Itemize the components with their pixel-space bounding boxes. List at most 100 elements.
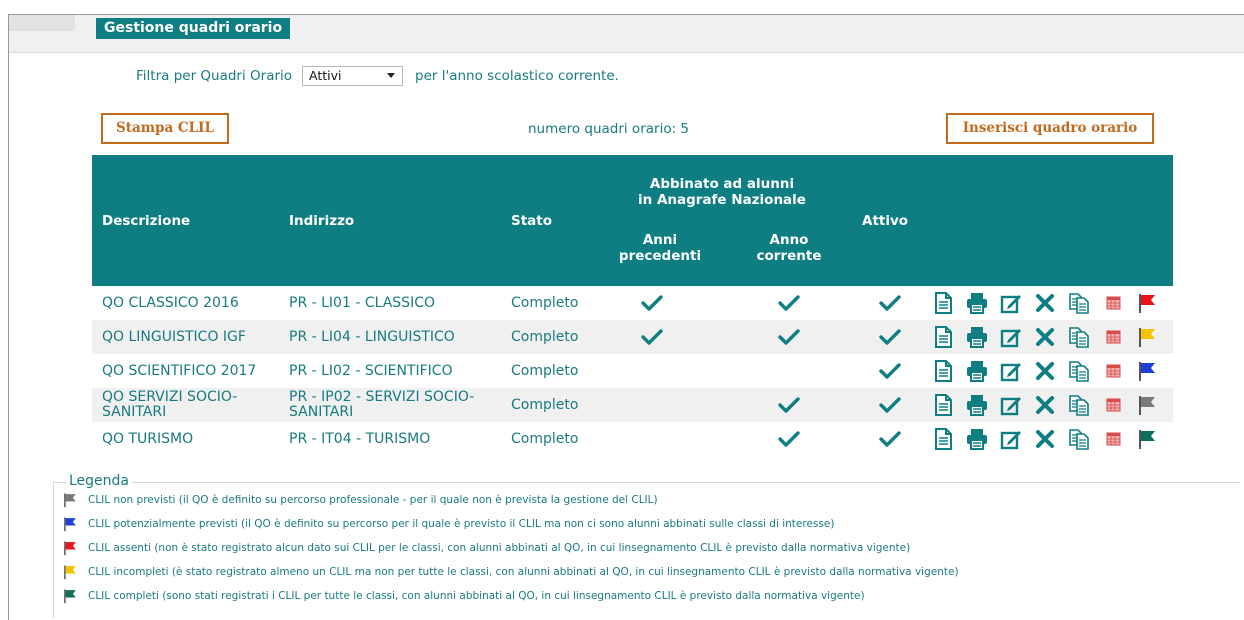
- delete-icon[interactable]: [1034, 394, 1056, 416]
- row-descrizione-link[interactable]: QO TURISMO: [102, 422, 282, 456]
- row-actions: [932, 286, 1170, 320]
- legend-text: CLIL potenzialmente previsti (il QO è de…: [88, 518, 835, 530]
- row-actions: [932, 354, 1170, 388]
- stampa-clil-button[interactable]: Stampa CLIL: [101, 113, 229, 144]
- header-stato: Stato: [511, 213, 553, 229]
- row-indirizzo: PR - LI02 - SCIENTIFICO: [289, 362, 453, 379]
- legend-title: Legenda: [66, 473, 133, 489]
- quadri-count: numero quadri orario: 5: [528, 121, 690, 137]
- calendar-icon[interactable]: [1102, 360, 1124, 382]
- edit-icon[interactable]: [1000, 394, 1022, 416]
- flag-green-icon: [62, 588, 88, 604]
- legend-text: CLIL incompleti (è stato registrato alme…: [88, 566, 959, 578]
- flag-gray-icon[interactable]: [1136, 394, 1158, 416]
- title-bar: Gestione quadri orario: [9, 15, 1244, 53]
- dropdown-arrow-icon: [387, 73, 396, 78]
- delete-icon[interactable]: [1034, 326, 1056, 348]
- flag-gray-icon: [62, 492, 88, 508]
- edit-icon[interactable]: [1000, 292, 1022, 314]
- calendar-icon[interactable]: [1102, 326, 1124, 348]
- delete-icon[interactable]: [1034, 428, 1056, 450]
- anno-corrente-check-icon: [769, 388, 809, 422]
- legend-text: CLIL completi (sono stati registrati i C…: [88, 590, 865, 602]
- edit-icon[interactable]: [1000, 326, 1022, 348]
- legend-item: CLIL completi (sono stati registrati i C…: [62, 588, 865, 604]
- table-row: QO CLASSICO 2016 PR - LI01 - CLASSICO Comp…: [92, 286, 1173, 320]
- anno-corrente-check-icon: [769, 286, 809, 320]
- document-icon[interactable]: [932, 326, 954, 348]
- flag-yellow-icon[interactable]: [1136, 326, 1158, 348]
- row-stato: Completo: [511, 396, 579, 413]
- row-stato: Completo: [511, 294, 579, 311]
- header-abbinato-line2: in Anagrafe Nazionale: [638, 192, 806, 208]
- table-body: QO CLASSICO 2016 PR - LI01 - CLASSICO Comp…: [92, 286, 1173, 456]
- print-icon[interactable]: [966, 326, 988, 348]
- calendar-icon[interactable]: [1102, 292, 1124, 314]
- attivo-check-icon: [870, 388, 910, 422]
- anno-corrente-check-icon: [769, 320, 809, 354]
- row-descrizione-link[interactable]: QO CLASSICO 2016: [102, 286, 282, 320]
- edit-icon[interactable]: [1000, 360, 1022, 382]
- row-actions: [932, 320, 1170, 354]
- delete-icon[interactable]: [1034, 360, 1056, 382]
- row-descrizione-link[interactable]: QO LINGUISTICO IGF: [102, 320, 282, 354]
- filter-bar: Filtra per Quadri Orario Attivi per l'an…: [136, 66, 619, 86]
- flag-green-icon[interactable]: [1136, 428, 1158, 450]
- row-stato: Completo: [511, 328, 579, 345]
- calendar-icon[interactable]: [1102, 428, 1124, 450]
- copy-icon[interactable]: [1068, 360, 1090, 382]
- flag-red-icon[interactable]: [1136, 292, 1158, 314]
- title-bar-placeholder: [9, 15, 75, 31]
- row-indirizzo: PR - IP02 - SERVIZI SOCIO-SANITARI: [289, 389, 475, 420]
- filter-suffix: per l'anno scolastico corrente.: [415, 68, 619, 84]
- row-descrizione-link[interactable]: QO SERVIZI SOCIO-SANITARI: [102, 388, 282, 422]
- filter-label: Filtra per Quadri Orario: [136, 68, 293, 84]
- row-indirizzo: PR - LI04 - LINGUISTICO: [289, 328, 455, 345]
- status-filter-select[interactable]: Attivi: [302, 66, 404, 86]
- table-row: QO LINGUISTICO IGF PR - LI04 - LINGUISTIC…: [92, 320, 1173, 354]
- delete-icon[interactable]: [1034, 292, 1056, 314]
- edit-icon[interactable]: [1000, 428, 1022, 450]
- status-filter-value: Attivi: [309, 68, 342, 83]
- table-row: QO SERVIZI SOCIO-SANITARI PR - IP02 - SER…: [92, 388, 1173, 422]
- copy-icon[interactable]: [1068, 428, 1090, 450]
- print-icon[interactable]: [966, 292, 988, 314]
- anni-precedenti-check-icon: [632, 388, 672, 422]
- document-icon[interactable]: [932, 360, 954, 382]
- table-row: QO SCIENTIFICO 2017 PR - LI02 - SCIENTIFI…: [92, 354, 1173, 388]
- table-row: QO TURISMO PR - IT04 - TURISMO Completo: [92, 422, 1173, 456]
- legend-item: CLIL potenzialmente previsti (il QO è de…: [62, 516, 834, 532]
- calendar-icon[interactable]: [1102, 394, 1124, 416]
- header-attivo: Attivo: [862, 213, 909, 229]
- print-icon[interactable]: [966, 428, 988, 450]
- row-descrizione-link[interactable]: QO SCIENTIFICO 2017: [102, 354, 282, 388]
- document-icon[interactable]: [932, 428, 954, 450]
- row-stato: Completo: [511, 362, 579, 379]
- header-anno-corrente: Anno corrente: [739, 232, 839, 264]
- copy-icon[interactable]: [1068, 292, 1090, 314]
- copy-icon[interactable]: [1068, 394, 1090, 416]
- print-icon[interactable]: [966, 394, 988, 416]
- header-anno-line2: corrente: [756, 248, 822, 264]
- quadri-table: Descrizione Indirizzo Stato Abbinato ad …: [92, 155, 1173, 456]
- table-header: Descrizione Indirizzo Stato Abbinato ad …: [92, 155, 1173, 286]
- copy-icon[interactable]: [1068, 326, 1090, 348]
- print-icon[interactable]: [966, 360, 988, 382]
- flag-red-icon: [62, 540, 88, 556]
- document-icon[interactable]: [932, 394, 954, 416]
- legend-text: CLIL assenti (non è stato registrato alc…: [88, 542, 911, 554]
- flag-blue-icon[interactable]: [1136, 360, 1158, 382]
- row-indirizzo: PR - IT04 - TURISMO: [289, 430, 431, 447]
- page-title: Gestione quadri orario: [96, 18, 291, 39]
- header-abbinato-line1: Abbinato ad alunni: [649, 176, 795, 192]
- header-indirizzo: Indirizzo: [289, 213, 355, 229]
- header-abbinato: Abbinato ad alunni in Anagrafe Nazionale: [602, 176, 842, 208]
- row-actions: [932, 422, 1170, 456]
- anni-precedenti-check-icon: [632, 354, 672, 388]
- document-icon[interactable]: [932, 292, 954, 314]
- inserisci-quadro-button[interactable]: Inserisci quadro orario: [946, 113, 1154, 144]
- row-actions: [932, 388, 1170, 422]
- header-anni-precedenti: Anni precedenti: [610, 232, 710, 264]
- header-anni-line2: precedenti: [618, 248, 702, 264]
- flag-yellow-icon: [62, 564, 88, 580]
